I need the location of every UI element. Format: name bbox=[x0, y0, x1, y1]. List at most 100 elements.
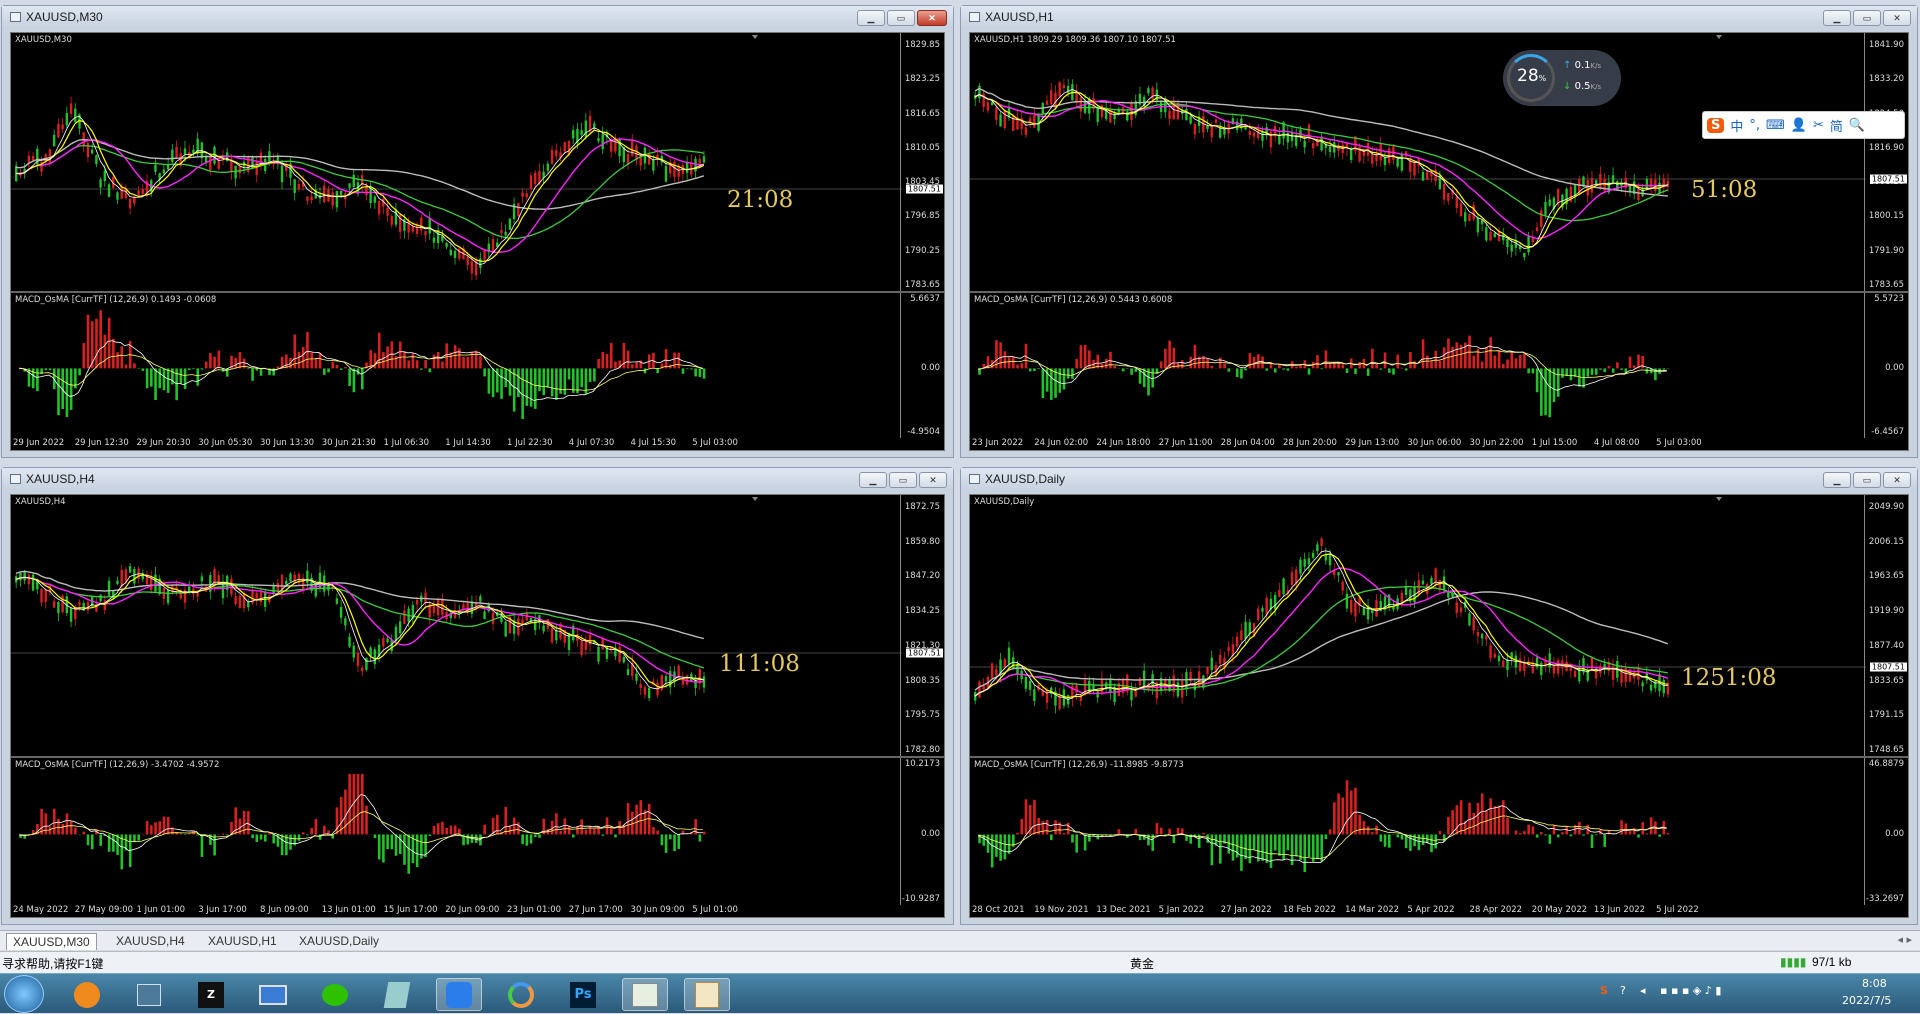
taskbar-app-photoshop-icon[interactable]: Ps bbox=[560, 978, 606, 1011]
tab-xauusd-h1[interactable]: XAUUSD,H1 bbox=[202, 933, 283, 950]
help-tray-icon[interactable]: ? bbox=[1620, 984, 1626, 997]
taskbar-app-orange-icon[interactable] bbox=[64, 978, 110, 1011]
time-axis[interactable]: 23 Jun 202224 Jun 02:0024 Jun 18:0027 Ju… bbox=[970, 436, 1864, 450]
macd-histogram-svg[interactable] bbox=[970, 758, 1910, 905]
chart-window-h4[interactable]: XAUUSD,H4▁▭✕ XAUUSD,H41872.751859.801847.… bbox=[1, 467, 954, 925]
tab-scroll-arrows-icon[interactable]: ◂ ▸ bbox=[1897, 933, 1912, 946]
clock-date[interactable]: 2022/7/5 bbox=[1842, 994, 1891, 1007]
close-button[interactable]: ✕ bbox=[919, 472, 947, 488]
macd-bar bbox=[146, 368, 149, 388]
macd-axis[interactable]: 5.57230.00-6.4567 bbox=[1864, 293, 1908, 438]
price-axis[interactable]: 2049.902006.151963.651919.901877.401833.… bbox=[1864, 495, 1908, 756]
macd-bar bbox=[1244, 368, 1247, 370]
macd-histogram-svg[interactable] bbox=[11, 758, 946, 905]
taskbar-app-network-icon[interactable] bbox=[126, 978, 172, 1011]
price-chart-svg[interactable] bbox=[970, 495, 1910, 756]
macd-bar bbox=[526, 834, 529, 845]
sogou-logo-icon[interactable]: S bbox=[1707, 118, 1724, 133]
macd-bar bbox=[1477, 803, 1480, 834]
price-chart-svg[interactable] bbox=[970, 33, 1910, 291]
macd-axis[interactable]: 10.21730.00-10.9287 bbox=[900, 758, 944, 905]
ime-toolbar[interactable]: S 中 °, ⌨ 👤 ✂ 简 🔍 bbox=[1702, 111, 1905, 139]
taskbar-app-metatrader-icon[interactable] bbox=[622, 978, 668, 1011]
macd-pane[interactable]: MACD_OsMA [CurrTF] (12,26,9) 0.1493 -0.0… bbox=[11, 293, 944, 438]
macd-histogram-svg[interactable] bbox=[970, 293, 1910, 438]
macd-bar bbox=[686, 368, 689, 369]
clock-time[interactable]: 8:08 bbox=[1862, 977, 1887, 990]
close-button[interactable]: ✕ bbox=[917, 10, 947, 26]
price-chart-svg[interactable] bbox=[11, 495, 946, 756]
ime-punct-icon[interactable]: °, bbox=[1749, 118, 1760, 133]
window-titlebar[interactable]: XAUUSD,H1▁▭✕ bbox=[961, 6, 1917, 28]
macd-pane[interactable]: MACD_OsMA [CurrTF] (12,26,9) -11.8985 -9… bbox=[970, 758, 1908, 905]
macd-bar bbox=[201, 368, 204, 369]
minimize-button[interactable]: ▁ bbox=[1823, 472, 1851, 488]
macd-bar bbox=[1016, 365, 1019, 369]
minimize-button[interactable]: ▁ bbox=[859, 472, 887, 488]
maximize-button[interactable]: ▭ bbox=[1853, 10, 1881, 26]
chart-window-daily[interactable]: XAUUSD,Daily▁▭✕ XAUUSD,Daily2049.902006.1… bbox=[960, 467, 1918, 925]
time-axis[interactable]: 29 Jun 202229 Jun 12:3029 Jun 20:3030 Ju… bbox=[11, 436, 900, 450]
search-icon[interactable]: 🔍 bbox=[1849, 118, 1865, 133]
window-titlebar[interactable]: XAUUSD,Daily▁▭✕ bbox=[961, 468, 1917, 490]
price-pane[interactable]: XAUUSD,Daily2049.902006.151963.651919.90… bbox=[970, 495, 1908, 756]
tray-arrow-icon[interactable]: ◂ bbox=[1640, 984, 1646, 997]
time-axis[interactable]: 28 Oct 202119 Nov 202113 Dec 20215 Jan 2… bbox=[970, 903, 1864, 917]
user-icon[interactable]: 👤 bbox=[1791, 118, 1807, 133]
price-pane[interactable]: XAUUSD,M301829.851823.251816.651810.0518… bbox=[11, 33, 944, 291]
network-speed-widget[interactable]: 28% ↑ 0.1K/s ↓ 0.5K/s bbox=[1503, 50, 1621, 106]
price-pane[interactable]: XAUUSD,H1 1809.29 1809.36 1807.10 1807.5… bbox=[970, 33, 1908, 291]
macd-pane[interactable]: MACD_OsMA [CurrTF] (12,26,9) 0.5443 0.60… bbox=[970, 293, 1908, 438]
price-chart-svg[interactable] bbox=[11, 33, 946, 291]
macd-tick-label: 10.2173 bbox=[905, 759, 940, 769]
maximize-button[interactable]: ▭ bbox=[1853, 472, 1881, 488]
chart-window-m30[interactable]: XAUUSD,M30▁▭✕ XAUUSD,M301829.851823.25181… bbox=[1, 5, 954, 458]
sogou-tray-icon[interactable]: S bbox=[1600, 984, 1608, 997]
macd-bar bbox=[66, 814, 69, 835]
close-button[interactable]: ✕ bbox=[1883, 10, 1911, 26]
candle bbox=[1274, 121, 1276, 142]
macd-pane[interactable]: MACD_OsMA [CurrTF] (12,26,9) -3.4702 -4.… bbox=[11, 758, 944, 905]
chart-area[interactable]: XAUUSD,Daily2049.902006.151963.651919.90… bbox=[969, 494, 1909, 918]
tab-xauusd-h4[interactable]: XAUUSD,H4 bbox=[110, 933, 191, 950]
price-pane[interactable]: XAUUSD,H41872.751859.801847.201834.25182… bbox=[11, 495, 944, 756]
ime-item[interactable]: 中 bbox=[1730, 116, 1743, 135]
window-titlebar[interactable]: XAUUSD,H4▁▭✕ bbox=[2, 468, 953, 490]
price-axis[interactable]: 1829.851823.251816.651810.051803.451796.… bbox=[900, 33, 944, 291]
chart-area[interactable]: XAUUSD,M301829.851823.251816.651810.0518… bbox=[10, 32, 945, 451]
taskbar-app-wechat-icon[interactable] bbox=[312, 978, 358, 1011]
chart-area[interactable]: XAUUSD,H41872.751859.801847.201834.25182… bbox=[10, 494, 945, 918]
maximize-button[interactable]: ▭ bbox=[887, 10, 915, 26]
taskbar-app-z-icon[interactable]: Z bbox=[188, 978, 234, 1011]
price-axis[interactable]: 1872.751859.801847.201834.251821.301808.… bbox=[900, 495, 944, 756]
maximize-button[interactable]: ▭ bbox=[889, 472, 917, 488]
scissors-icon[interactable]: ✂ bbox=[1813, 118, 1824, 133]
taskbar-app-desktop-icon[interactable] bbox=[250, 978, 296, 1011]
taskbar-app-pen-icon[interactable] bbox=[436, 978, 482, 1011]
macd-axis[interactable]: 46.88790.00-33.2697 bbox=[1864, 758, 1908, 905]
macd-bar bbox=[1067, 823, 1070, 835]
candle bbox=[1439, 580, 1441, 595]
tab-xauusd-m30[interactable]: XAUUSD,M30 bbox=[6, 933, 97, 950]
macd-axis[interactable]: 5.66370.00-4.9504 bbox=[900, 293, 944, 438]
keyboard-icon[interactable]: ⌨ bbox=[1766, 118, 1785, 133]
tray-icons[interactable]: ▪ ▪ ▪ ◈ ♪ ▮ bbox=[1660, 984, 1721, 997]
candle bbox=[1278, 583, 1280, 597]
close-button[interactable]: ✕ bbox=[1883, 472, 1911, 488]
taskbar-app-notes-icon[interactable] bbox=[374, 978, 420, 1011]
time-axis[interactable]: 24 May 202227 May 09:001 Jun 01:003 Jun … bbox=[11, 903, 900, 917]
price-axis[interactable]: 1841.901833.201824.501816.901808.201800.… bbox=[1864, 33, 1908, 291]
taskbar-app-paint-icon[interactable] bbox=[684, 978, 730, 1011]
ime-simplified[interactable]: 简 bbox=[1830, 116, 1843, 135]
macd-bar bbox=[1578, 368, 1581, 386]
minimize-button[interactable]: ▁ bbox=[857, 10, 885, 26]
taskbar-app-colorful-icon[interactable] bbox=[498, 978, 544, 1011]
chart-window-h1[interactable]: XAUUSD,H1▁▭✕ XAUUSD,H1 1809.29 1809.36 18… bbox=[960, 5, 1918, 458]
candle bbox=[1325, 548, 1327, 565]
chart-area[interactable]: XAUUSD,H1 1809.29 1809.36 1807.10 1807.5… bbox=[969, 32, 1909, 451]
tab-xauusd-daily[interactable]: XAUUSD,Daily bbox=[293, 933, 385, 950]
minimize-button[interactable]: ▁ bbox=[1823, 10, 1851, 26]
macd-histogram-svg[interactable] bbox=[11, 293, 946, 438]
window-titlebar[interactable]: XAUUSD,M30▁▭✕ bbox=[2, 6, 953, 28]
start-button[interactable] bbox=[4, 975, 44, 1013]
